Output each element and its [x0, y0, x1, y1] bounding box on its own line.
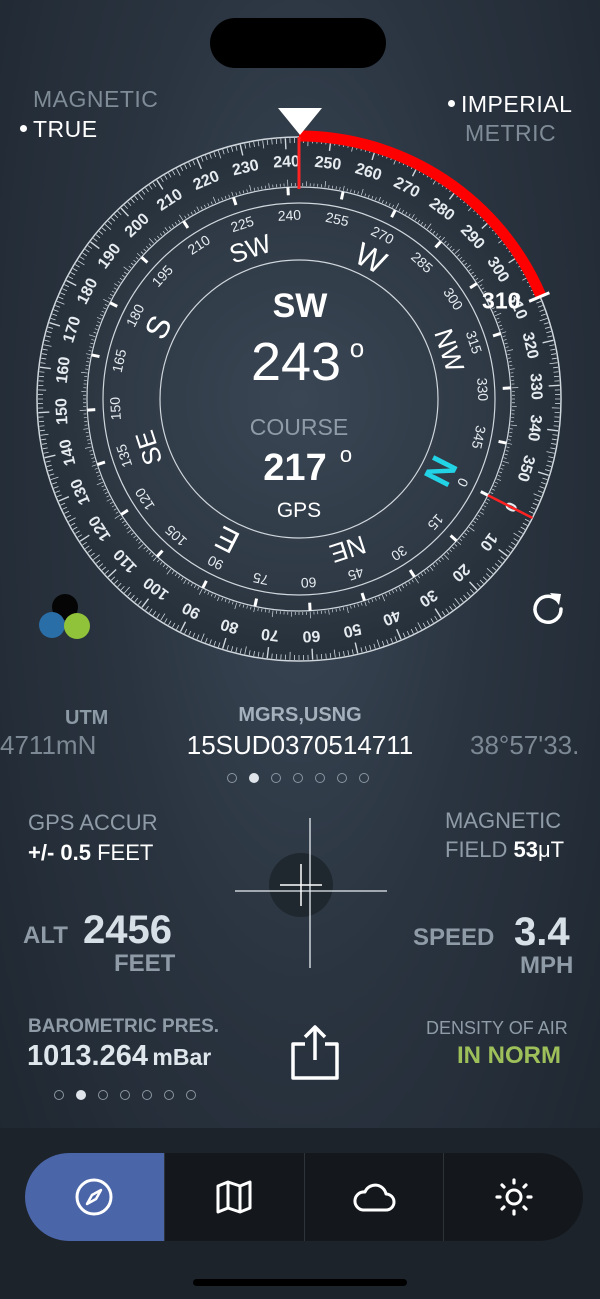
barometric-label: BAROMETRIC PRES. — [28, 1016, 220, 1037]
page-dot[interactable] — [142, 1090, 152, 1100]
outer-tick — [553, 371, 559, 373]
compass-icon — [75, 1178, 113, 1216]
speed-unit: MPH — [520, 952, 574, 979]
barometric-unit: mBar — [152, 1044, 212, 1070]
middle-tick — [339, 191, 345, 200]
tab-bar — [25, 1153, 583, 1241]
air-density-value: IN NORM — [457, 1042, 561, 1069]
inner-scale-label: 330 — [474, 377, 491, 401]
outer-tick — [284, 138, 287, 150]
outer-scale-label: 60 — [302, 627, 321, 645]
outer-tick — [38, 411, 50, 414]
page-dot[interactable] — [315, 773, 325, 783]
middle-tick — [253, 598, 259, 607]
app-logo — [39, 594, 90, 639]
page-dot[interactable] — [98, 1090, 108, 1100]
heading-value: 243 — [251, 332, 341, 392]
home-indicator — [193, 1279, 407, 1286]
magnetic-field-label: MAGNETIC — [445, 808, 562, 833]
tab-compass[interactable] — [25, 1153, 164, 1241]
magnetic-field-label2: FIELD — [445, 837, 508, 862]
page-dot[interactable] — [164, 1090, 174, 1100]
coord-right-value[interactable]: 38°57'33. — [470, 730, 579, 761]
coord-page-indicator[interactable] — [227, 773, 369, 783]
direction-label: SW — [273, 287, 329, 325]
outer-scale-label: 330 — [526, 373, 544, 401]
page-dot[interactable] — [54, 1090, 64, 1100]
outer-tick — [325, 653, 327, 659]
gps-accuracy-value: +/- 0.5 — [28, 840, 91, 865]
barometric-value: 1013.264 — [27, 1040, 148, 1072]
outer-tick — [548, 384, 560, 387]
outer-scale-label: 160 — [54, 356, 74, 385]
page-dot[interactable] — [337, 773, 347, 783]
page-dot[interactable] — [76, 1090, 86, 1100]
outer-scale-label: 250 — [314, 154, 343, 174]
middle-tick — [91, 353, 100, 359]
page-dot[interactable] — [249, 773, 259, 783]
outer-scale-label: 240 — [273, 153, 301, 171]
altitude-value: 2456 — [83, 908, 172, 952]
speed-value: 3.4 — [514, 910, 570, 954]
tab-map[interactable] — [163, 1153, 304, 1241]
marker-value: 310 — [482, 287, 520, 313]
magnetic-field-unit: μT — [537, 837, 565, 862]
dynamic-island — [210, 18, 386, 68]
page-dot[interactable] — [271, 773, 281, 783]
magnetic-field: FIELD 53μT — [445, 837, 564, 863]
course-label: COURSE — [250, 414, 348, 440]
gps-accuracy-label: GPS ACCUR — [28, 810, 158, 835]
outer-tick — [271, 653, 273, 659]
page-dot[interactable] — [120, 1090, 130, 1100]
refresh-icon[interactable] — [528, 589, 568, 629]
sun-icon — [495, 1178, 533, 1216]
inner-scale-label: 240 — [277, 207, 301, 224]
share-icon[interactable] — [287, 1024, 343, 1082]
inner-scale-label: 60 — [300, 574, 317, 591]
gps-accuracy-unit: FEET — [97, 840, 154, 865]
heading-pointer-icon — [278, 108, 322, 135]
map-icon — [216, 1180, 252, 1214]
course-value: 217 — [263, 447, 326, 489]
altitude-unit: FEET — [114, 950, 176, 977]
magnetic-field-value: 53 — [513, 837, 538, 862]
heading-degree: o — [350, 333, 364, 363]
course-degree: o — [340, 442, 352, 467]
tab-settings[interactable] — [443, 1153, 583, 1241]
outer-tick — [39, 425, 45, 427]
speed-label: SPEED — [413, 924, 495, 951]
outer-tick — [271, 139, 273, 145]
outer-tick — [39, 371, 45, 373]
page-dot[interactable] — [227, 773, 237, 783]
bottom-page-indicator[interactable] — [54, 1090, 196, 1100]
cloud-icon — [353, 1183, 396, 1212]
page-dot[interactable] — [186, 1090, 196, 1100]
coord-center-label: MGRS,USNG — [238, 704, 362, 726]
outer-scale-label: 340 — [524, 414, 544, 443]
outer-tick — [311, 648, 314, 660]
altitude-label: ALT — [23, 922, 68, 949]
gps-accuracy: +/- 0.5 FEET — [28, 840, 153, 866]
page-dot[interactable] — [293, 773, 303, 783]
air-density-label: DENSITY OF AIR — [426, 1018, 568, 1038]
barometric: 1013.264 mBar — [27, 1040, 211, 1073]
outer-scale-label: 150 — [53, 398, 71, 426]
course-source: GPS — [277, 499, 321, 522]
page-dot[interactable] — [359, 773, 369, 783]
inner-scale-label: 150 — [107, 396, 124, 420]
outer-tick — [553, 425, 559, 427]
middle-tick — [498, 439, 507, 445]
outer-scale-label: 70 — [260, 625, 280, 644]
crosshair-level — [235, 818, 387, 968]
tab-weather[interactable] — [303, 1153, 444, 1241]
